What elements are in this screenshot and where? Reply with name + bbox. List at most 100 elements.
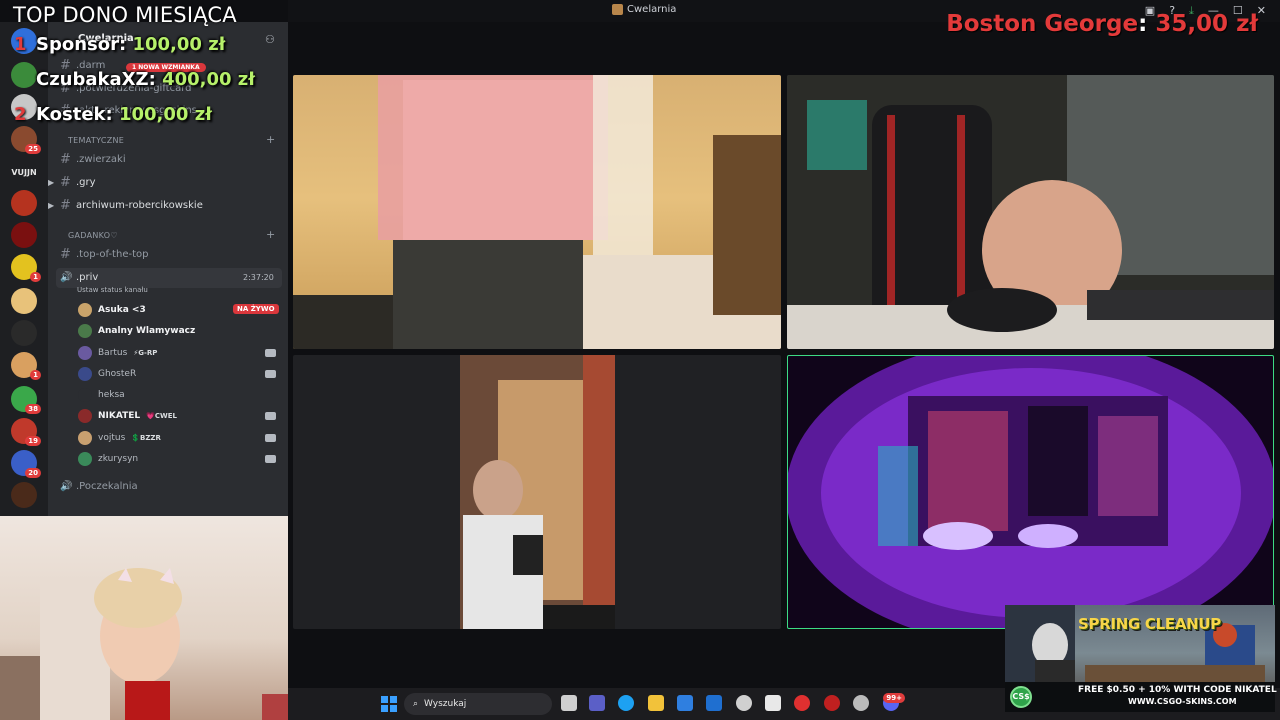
ad-promo-text: FREE $0.50 + 10% WITH CODE NIKATEL (1078, 685, 1277, 695)
screen: Cwelarnia ▣ ? ⤓ — ☐ ✕ 25 VUJJN 1 1 38 19 (0, 0, 1280, 720)
user-name: zkurysyn (98, 454, 139, 464)
channel-zwierzaki[interactable]: # .zwierzaki (60, 150, 126, 168)
mail-icon[interactable] (706, 695, 722, 711)
category-tematyczne[interactable]: TEMATYCZNE (68, 136, 124, 145)
donor-amount: 400,00 zł (162, 69, 255, 90)
channel-label: .zwierzaki (76, 153, 126, 165)
teams-icon[interactable] (589, 695, 605, 711)
settings-icon[interactable] (853, 695, 869, 711)
donor-name: Kostek: (36, 104, 113, 125)
search-placeholder: Wyszukaj (424, 699, 467, 709)
hash-icon: # (60, 174, 71, 190)
voice-user[interactable]: zkurysyn (78, 450, 138, 468)
user-name: vojtus (98, 433, 126, 443)
unread-indicator-icon: ▶ (48, 178, 55, 187)
channel-gry[interactable]: # .gry (60, 173, 96, 191)
voice-user[interactable]: Asuka <3 (78, 301, 146, 319)
taskbar-search[interactable]: ⌕ Wyszukaj (404, 693, 552, 715)
camera-icon (265, 455, 276, 463)
server-label[interactable]: VUJJN (8, 168, 40, 177)
server-icon[interactable]: 1 (11, 352, 41, 380)
user-tag: ⚡G-RP (133, 349, 158, 357)
server-badge: 19 (25, 436, 41, 446)
voice-channel-priv[interactable]: 🔊 .priv (60, 268, 98, 286)
video-feed (787, 75, 1274, 349)
channel-label: .gry (76, 176, 96, 188)
category-label: TEMATYCZNE (68, 136, 125, 145)
streamer-webcam (0, 516, 288, 720)
search-icon: ⌕ (413, 699, 419, 709)
latest-donor-separator: : (1138, 11, 1148, 37)
server-badge: 20 (25, 468, 41, 478)
obs-icon[interactable] (794, 695, 810, 711)
donor-entry: Sponsor: 100,00 zł (36, 34, 225, 55)
voice-user[interactable]: vojtus 💲BZZR (78, 429, 161, 447)
user-name: Asuka <3 (98, 305, 146, 315)
window-title-text: Cwelarnia (627, 4, 677, 15)
hash-icon: # (60, 197, 71, 213)
channel-label: .Poczekalnia (76, 480, 138, 492)
server-icon[interactable] (11, 320, 37, 346)
server-icon[interactable] (11, 190, 37, 216)
video-tile[interactable] (787, 75, 1274, 349)
server-badge: 1 (30, 370, 41, 380)
voice-user[interactable]: GhosteR (78, 365, 136, 383)
category-gadanko[interactable]: GADANKO♡ (68, 231, 118, 240)
app-icon[interactable] (765, 695, 781, 711)
server-icon[interactable]: 19 (11, 418, 41, 446)
donor-rank: 1 (14, 34, 27, 55)
app-icon (612, 4, 623, 15)
server-icon[interactable]: 20 (11, 450, 41, 478)
server-icon[interactable] (11, 222, 37, 248)
server-icon[interactable]: 38 (11, 386, 41, 414)
app-icon[interactable] (824, 695, 840, 711)
file-explorer-icon[interactable] (648, 695, 664, 711)
voice-user[interactable]: NIKATEL 💗CWEL (78, 407, 177, 425)
video-tile-speaking[interactable] (787, 355, 1274, 629)
server-icon[interactable] (11, 62, 37, 88)
voice-user[interactable]: Bartus ⚡G-RP (78, 344, 157, 362)
voice-user[interactable]: Analny Wlamywacz (78, 322, 195, 340)
user-name: NIKATEL (98, 411, 141, 421)
latest-donation: Boston George: 35,00 zł (946, 11, 1258, 37)
add-channel-icon[interactable]: + (266, 133, 275, 146)
windows-start-icon[interactable] (381, 696, 397, 712)
video-tile[interactable] (293, 75, 781, 349)
avatar (78, 409, 92, 423)
store-icon[interactable] (677, 695, 693, 711)
server-badge: 1 (30, 272, 41, 282)
video-feed (293, 75, 781, 349)
donor-name: CzubakaXZ: (36, 69, 156, 90)
channel-top-of-the-top[interactable]: # .top-of-the-top (60, 245, 148, 263)
voice-channel-poczekalnia[interactable]: 🔊 .Poczekalnia (60, 477, 138, 495)
channel-label: archiwum-robercikowskie (76, 199, 203, 211)
voice-timer: 2:37:20 (243, 273, 274, 282)
channel-archiwum[interactable]: # archiwum-robercikowskie (60, 196, 203, 214)
donor-amount: 100,00 zł (118, 104, 212, 125)
avatar (78, 367, 92, 381)
discord-icon[interactable]: 99+ (883, 693, 905, 711)
camera-icon (265, 434, 276, 442)
video-tile[interactable] (293, 355, 781, 629)
user-tag: 💲BZZR (131, 434, 161, 442)
server-icon[interactable]: 25 (11, 126, 41, 154)
server-icon[interactable] (11, 288, 37, 314)
server-icon[interactable] (11, 482, 37, 508)
edge-icon[interactable] (618, 695, 634, 711)
close-icon[interactable]: ✕ (1257, 4, 1266, 18)
video-feed (788, 356, 1273, 628)
category-label: GADANKO♡ (68, 231, 118, 240)
add-member-icon[interactable]: ⚇ (265, 33, 279, 46)
coin-icon: CS$ (1010, 686, 1032, 708)
voice-status-text[interactable]: Ustaw status kanału (77, 286, 148, 294)
server-icon[interactable]: 1 (11, 254, 41, 282)
camera-icon (265, 412, 276, 420)
task-view-icon[interactable] (561, 695, 577, 711)
add-channel-icon[interactable]: + (266, 228, 275, 241)
donor-entry: CzubakaXZ: 400,00 zł (36, 69, 255, 90)
webcam-feed (0, 568, 288, 720)
voice-user[interactable]: heksa (78, 386, 125, 404)
app-icon[interactable] (736, 695, 752, 711)
server-list: 25 VUJJN 1 1 38 19 20 (0, 22, 48, 516)
ad-url[interactable]: WWW.CSGO-SKINS.COM (1128, 697, 1237, 706)
